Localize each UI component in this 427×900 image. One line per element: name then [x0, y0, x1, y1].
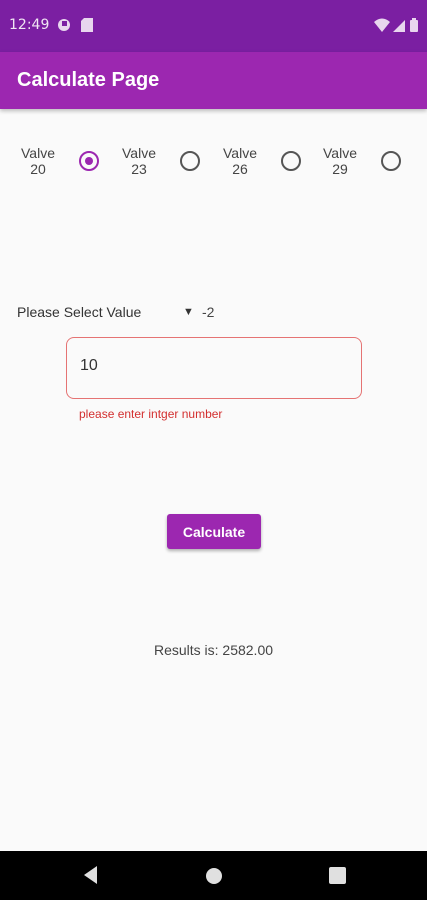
- result-text: Results is: 2582.00: [153, 642, 274, 658]
- valve-26-label: Valve 26: [215, 145, 265, 177]
- recents-icon[interactable]: [329, 867, 346, 889]
- notification-icon: [57, 18, 71, 37]
- sim-card-icon: [81, 18, 93, 37]
- dropdown-label: Please Select Value: [17, 304, 142, 320]
- valve-23-label-line1: Valve: [122, 145, 156, 161]
- calculate-button[interactable]: Calculate: [167, 514, 261, 549]
- valve-23-label: Valve 23: [114, 145, 164, 177]
- signal-icon: [393, 18, 405, 37]
- valve-26-label-line2: 26: [232, 161, 248, 177]
- app-bar: Calculate Page: [0, 52, 427, 109]
- valve-23-label-line2: 23: [131, 161, 147, 177]
- input-error-text: please enter intger number: [79, 407, 223, 421]
- navigation-bar: [0, 851, 427, 900]
- valve-20-label: Valve 20: [13, 145, 63, 177]
- valve-radio-group: Valve 20 Valve 23 Valve 26 Valve 29: [0, 145, 427, 185]
- back-icon[interactable]: [81, 864, 99, 891]
- valve-26-label-line1: Valve: [223, 145, 257, 161]
- number-input[interactable]: 10: [66, 337, 362, 399]
- page-title: Calculate Page: [17, 69, 160, 91]
- valve-20-label-line1: Valve: [21, 145, 55, 161]
- valve-20-radio[interactable]: [79, 151, 99, 171]
- wifi-icon: [374, 18, 390, 37]
- status-bar: 12:49: [0, 0, 427, 52]
- home-icon[interactable]: [205, 867, 223, 890]
- battery-icon: [410, 18, 418, 37]
- valve-29-label-line1: Valve: [323, 145, 357, 161]
- valve-29-radio[interactable]: [381, 151, 401, 171]
- valve-29-label: Valve 29: [315, 145, 365, 177]
- status-time: 12:49: [9, 17, 50, 33]
- valve-26-radio[interactable]: [281, 151, 301, 171]
- valve-29-label-line2: 29: [332, 161, 348, 177]
- valve-23-radio[interactable]: [180, 151, 200, 171]
- dropdown-value[interactable]: -2: [202, 304, 214, 320]
- dropdown-caret-icon[interactable]: ▼: [183, 306, 194, 318]
- number-input-value[interactable]: 10: [80, 357, 98, 375]
- valve-20-label-line2: 20: [30, 161, 46, 177]
